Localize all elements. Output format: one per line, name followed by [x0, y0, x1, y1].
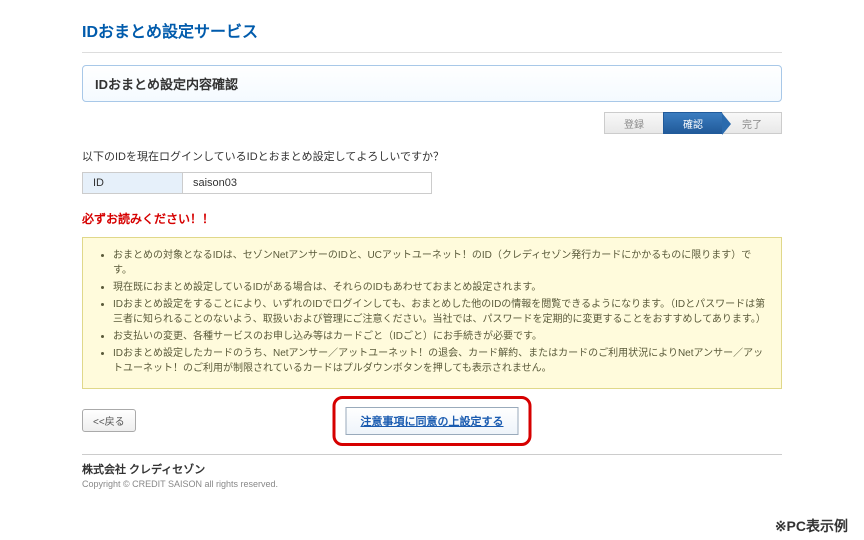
intro-text: 以下のIDを現在ログインしているIDとおまとめ設定してよろしいですか？	[82, 148, 782, 164]
notice-box: おまとめの対象となるIDは、セゾンNetアンサーのIDと、UCアットユーネット！…	[82, 237, 782, 389]
panel-title: IDおまとめ設定内容確認	[82, 65, 782, 102]
step-confirm: 確認	[663, 112, 723, 134]
footer-divider	[82, 454, 782, 455]
service-title: IDおまとめ設定サービス	[82, 18, 782, 42]
step-register: 登録	[604, 112, 664, 134]
step-complete: 完了	[722, 112, 782, 134]
id-label: ID	[83, 173, 183, 193]
id-value: saison03	[183, 173, 431, 193]
step-indicator: 登録 確認 完了	[82, 112, 782, 134]
agree-button[interactable]: 注意事項に同意の上設定する	[346, 407, 519, 435]
button-row: <<戻る 注意事項に同意の上設定する	[82, 409, 782, 432]
id-table: ID saison03	[82, 172, 432, 194]
divider	[82, 52, 782, 53]
notice-item: お支払いの変更、各種サービスのお申し込み等はカードごと（IDごと）にお手続きが必…	[113, 329, 767, 344]
back-button[interactable]: <<戻る	[82, 409, 136, 432]
notice-item: IDおまとめ設定をすることにより、いずれのIDでログインしても、おまとめした他の…	[113, 297, 767, 327]
notice-item: おまとめの対象となるIDは、セゾンNetアンサーのIDと、UCアットユーネット！…	[113, 248, 767, 278]
agree-button-highlight: 注意事項に同意の上設定する	[333, 396, 532, 446]
footer-company: 株式会社 クレディセゾン	[82, 461, 782, 477]
annotation-label: ※PC表示例	[775, 516, 848, 536]
warning-heading: 必ずお読みください！！	[82, 210, 782, 227]
notice-item: IDおまとめ設定したカードのうち、Netアンサー／アットユーネット！の退会、カー…	[113, 346, 767, 376]
notice-item: 現在既におまとめ設定しているIDがある場合は、それらのIDもあわせておまとめ設定…	[113, 280, 767, 295]
footer-copyright: Copyright © CREDIT SAISON all rights res…	[82, 479, 782, 489]
